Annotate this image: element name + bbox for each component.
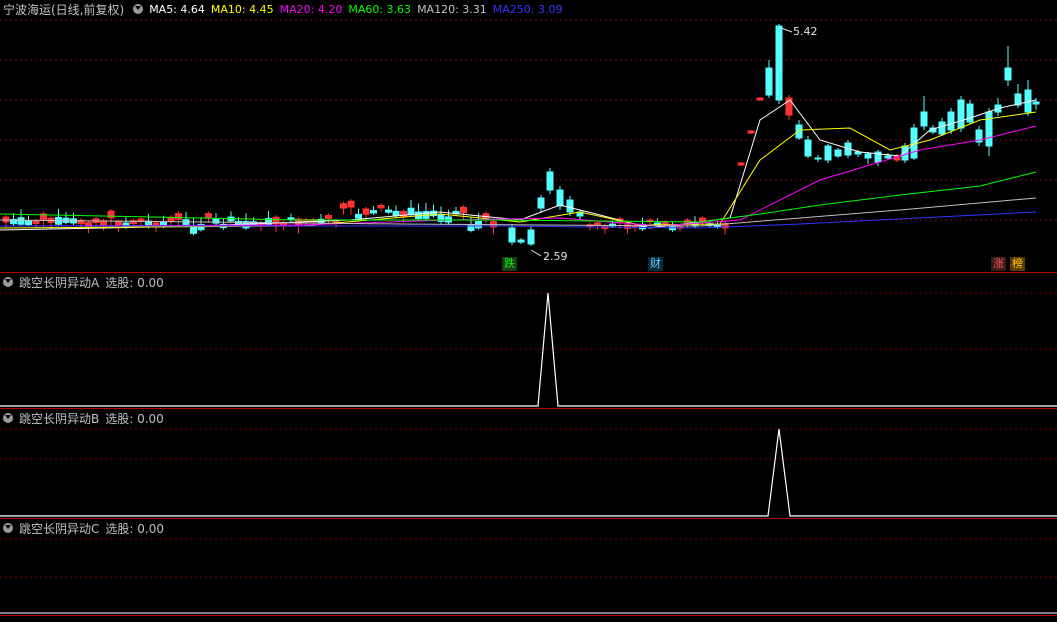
- candle-body: [1032, 101, 1040, 105]
- candle-body: [377, 204, 385, 209]
- candle-body: [362, 208, 370, 215]
- candle-body: [467, 224, 475, 231]
- candle-body: [699, 217, 706, 222]
- candle-body: [190, 226, 197, 234]
- low-price-label: 2.59: [543, 250, 568, 263]
- candle-body: [32, 220, 40, 225]
- candle-body: [938, 121, 946, 135]
- candle-body: [864, 153, 872, 159]
- candle-body: [947, 111, 955, 131]
- indicator-a-value: 选股: 0.00: [105, 275, 164, 290]
- candle-body: [175, 213, 182, 220]
- ma10-line: [0, 111, 1037, 229]
- candle-body: [566, 199, 574, 213]
- candle-body: [325, 215, 332, 219]
- price-chart[interactable]: [0, 0, 1057, 272]
- candle-body: [517, 239, 525, 243]
- candle-body: [747, 130, 755, 134]
- candle-body: [460, 206, 467, 214]
- indicator-a-chart[interactable]: [0, 273, 1057, 408]
- candle-body: [340, 203, 347, 209]
- indicator-c-value: 选股: 0.00: [105, 521, 164, 536]
- ma20-line: [0, 125, 1037, 227]
- candle-body: [407, 207, 415, 216]
- candle-body: [445, 216, 452, 223]
- ma5-line: [0, 99, 1037, 231]
- indicator-b-value: 选股: 0.00: [105, 411, 164, 426]
- candle-body: [392, 210, 400, 216]
- candle-body: [661, 222, 669, 225]
- candle-body: [370, 210, 377, 214]
- signal-line: [0, 428, 1057, 517]
- candle-body: [527, 229, 535, 245]
- candle-body: [355, 213, 362, 219]
- signal-line: [0, 292, 1057, 407]
- date-axis-bar[interactable]: [0, 616, 1057, 622]
- candle-body: [985, 111, 993, 147]
- price-panel[interactable]: 宁波海运(日线,前复权) MA5: 4.64 MA10: 4.45 MA20: …: [0, 0, 1057, 272]
- candle-body: [814, 157, 822, 160]
- candle-body: [775, 25, 783, 101]
- candle-body: [957, 99, 965, 129]
- badge-cai[interactable]: 财: [648, 257, 663, 271]
- candle-body: [834, 149, 842, 157]
- dropdown-icon[interactable]: [133, 4, 144, 14]
- indicator-c-title[interactable]: 跳空长阴异动C: [19, 520, 99, 537]
- stock-title[interactable]: 宁波海运(日线,前复权): [3, 1, 124, 18]
- ma120-label: MA120: 3.31: [417, 2, 487, 16]
- candle-body: [182, 219, 190, 227]
- candle-body: [546, 171, 554, 191]
- candle-body: [765, 67, 773, 96]
- candle-body: [2, 216, 10, 223]
- candle-body: [884, 155, 892, 159]
- candle-body: [556, 189, 564, 207]
- candle-body: [737, 162, 745, 166]
- ma20-label: MA20: 4.20: [279, 2, 343, 16]
- badge-die[interactable]: 跌: [502, 257, 517, 271]
- candle-body: [347, 200, 355, 208]
- candle-body: [1004, 67, 1012, 81]
- candle-body: [537, 197, 545, 209]
- candle-body: [795, 124, 803, 139]
- candle-body: [17, 217, 25, 225]
- badge-zhang[interactable]: 涨: [991, 257, 1006, 271]
- indicator-b-title[interactable]: 跳空长阴异动B: [19, 410, 99, 427]
- candle-body: [804, 139, 812, 157]
- dropdown-icon[interactable]: [3, 523, 13, 533]
- high-arrow: [780, 27, 793, 33]
- candle-body: [508, 227, 516, 243]
- candle-body: [920, 111, 928, 127]
- indicator-a-header: 跳空长阴异动A 选股: 0.00: [0, 273, 164, 291]
- candle-body: [385, 209, 392, 213]
- candle-body: [756, 97, 764, 101]
- indicator-panel-a[interactable]: 跳空长阴异动A 选股: 0.00: [0, 273, 1057, 408]
- indicator-c-header: 跳空长阴异动C 选股: 0.00: [0, 519, 164, 537]
- ma250-label: MA250: 3.09: [492, 2, 563, 16]
- indicator-b-header: 跳空长阴异动B 选股: 0.00: [0, 409, 164, 427]
- candle-body: [205, 213, 212, 218]
- candle-body: [966, 103, 974, 123]
- candle-body: [824, 145, 832, 161]
- indicator-panel-c[interactable]: 跳空长阴异动C 选股: 0.00: [0, 519, 1057, 615]
- ma5-label: MA5: 4.64: [149, 2, 205, 16]
- dropdown-icon[interactable]: [3, 413, 13, 423]
- badge-bang[interactable]: 榜: [1010, 257, 1025, 271]
- dropdown-icon[interactable]: [3, 277, 13, 287]
- high-price-label: 5.42: [793, 25, 818, 38]
- low-arrow: [530, 249, 542, 257]
- ma10-label: MA10: 4.45: [210, 2, 274, 16]
- indicator-panel-b[interactable]: 跳空长阴异动B 选股: 0.00: [0, 409, 1057, 518]
- candle-body: [25, 220, 32, 226]
- price-header: 宁波海运(日线,前复权) MA5: 4.64 MA10: 4.45 MA20: …: [0, 0, 563, 18]
- ma60-label: MA60: 3.63: [348, 2, 412, 16]
- candle-body: [107, 210, 115, 219]
- indicator-a-title[interactable]: 跳空长阴异动A: [19, 274, 99, 291]
